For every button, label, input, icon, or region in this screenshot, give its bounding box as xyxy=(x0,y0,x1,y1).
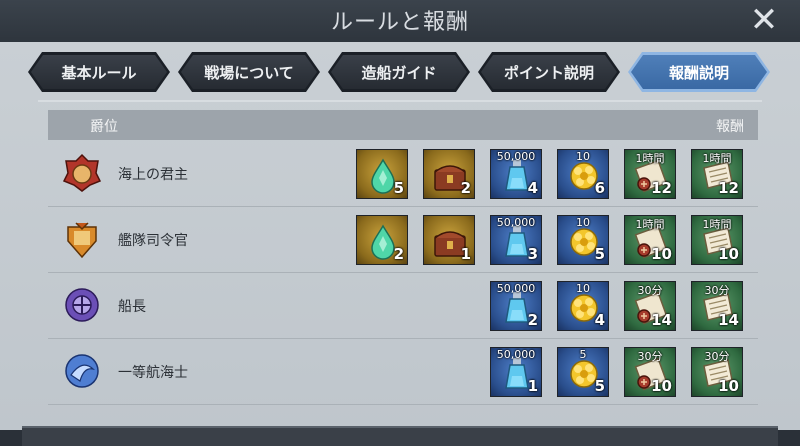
reward-item[interactable]: 10 4 xyxy=(557,281,609,331)
item-quantity: 2 xyxy=(527,311,538,329)
rank-emblem-icon xyxy=(62,285,102,325)
item-quantity: 10 xyxy=(718,245,739,263)
tab-label: 戦場について xyxy=(181,55,317,89)
item-quantity: 6 xyxy=(594,179,605,197)
row-first-mate: 一等航海士 50,000 1 5 5 30分 10 30分 10 xyxy=(48,339,758,405)
reward-item[interactable]: 1 xyxy=(423,215,475,265)
tab-label: 基本ルール xyxy=(31,55,167,89)
row-ocean-lord: 海上の君主 5 2 50,000 4 10 6 1時間 12 1時間 12 xyxy=(48,141,758,207)
reward-item[interactable]: 2 xyxy=(356,215,408,265)
reward-item[interactable]: 50,000 1 xyxy=(490,347,542,397)
item-quantity: 1 xyxy=(527,377,538,395)
reward-item[interactable]: 55 xyxy=(557,347,609,397)
reward-item[interactable]: 1時間 12 xyxy=(624,149,676,199)
rank-name: 一等航海士 xyxy=(118,365,188,381)
tab-basic-rules[interactable]: 基本ルール xyxy=(28,52,170,92)
tab-points[interactable]: ポイント説明 xyxy=(478,52,620,92)
tab-label: ポイント説明 xyxy=(481,55,617,89)
tab-label: 報酬説明 xyxy=(631,55,767,89)
reward-item[interactable]: 50,000 3 xyxy=(490,215,542,265)
reward-item[interactable]: 30分 14 xyxy=(624,281,676,331)
item-quantity: 10 xyxy=(718,377,739,395)
item-top-label: 50,000 xyxy=(496,282,536,295)
item-quantity: 2 xyxy=(460,179,471,197)
rank-emblem-icon xyxy=(62,219,102,259)
item-quantity: 14 xyxy=(651,311,672,329)
item-top-label: 1時間 xyxy=(635,152,665,165)
page-title: ルールと報酬 xyxy=(330,10,469,35)
close-icon[interactable]: ✕ xyxy=(746,2,782,38)
tab-label: 造船ガイド xyxy=(331,55,467,89)
rank-name: 艦隊司令官 xyxy=(118,233,188,249)
item-top-label: 1時間 xyxy=(702,152,732,165)
reward-item[interactable]: 1時間 12 xyxy=(691,149,743,199)
item-quantity: 5 xyxy=(594,245,605,263)
item-quantity: 12 xyxy=(651,179,672,197)
item-top-label: 1時間 xyxy=(635,218,665,231)
item-top-label: 30分 xyxy=(704,350,730,363)
rank-emblem-icon xyxy=(62,153,102,193)
table-header: 爵位 報酬 xyxy=(48,110,758,140)
reward-item[interactable]: 50,000 2 xyxy=(490,281,542,331)
item-quantity: 10 xyxy=(651,377,672,395)
item-top-label: 30分 xyxy=(704,284,730,297)
item-quantity: 5 xyxy=(393,179,404,197)
rank-name: 船長 xyxy=(118,299,146,315)
item-top-label: 30分 xyxy=(637,284,663,297)
item-top-label: 5 xyxy=(579,348,587,361)
reward-item[interactable]: 1時間 10 xyxy=(691,215,743,265)
item-quantity: 1 xyxy=(460,245,471,263)
rank-name: 海上の君主 xyxy=(118,167,188,183)
item-top-label: 10 xyxy=(576,150,590,163)
item-quantity: 3 xyxy=(527,245,538,263)
reward-item[interactable]: 30分 14 xyxy=(691,281,743,331)
item-quantity: 2 xyxy=(393,245,404,263)
item-top-label: 1時間 xyxy=(702,218,732,231)
item-top-label: 50,000 xyxy=(496,150,536,163)
title-bar: ルールと報酬 ✕ xyxy=(0,0,800,42)
item-quantity: 4 xyxy=(594,311,605,329)
item-top-label: 10 xyxy=(576,282,590,295)
reward-item[interactable]: 2 xyxy=(423,149,475,199)
tab-shipbuilding-guide[interactable]: 造船ガイド xyxy=(328,52,470,92)
reward-item[interactable]: 10 5 xyxy=(557,215,609,265)
reward-item[interactable]: 10 6 xyxy=(557,149,609,199)
tab-battlefield[interactable]: 戦場について xyxy=(178,52,320,92)
reward-item[interactable]: 30分 10 xyxy=(691,347,743,397)
item-top-label: 10 xyxy=(576,216,590,229)
reward-item[interactable]: 50,000 4 xyxy=(490,149,542,199)
item-quantity: 5 xyxy=(594,377,605,395)
item-quantity: 4 xyxy=(527,179,538,197)
rank-emblem-icon xyxy=(62,351,102,391)
row-fleet-admiral: 艦隊司令官 2 1 50,000 3 10 5 1時間 10 1時間 10 xyxy=(48,207,758,273)
bottom-edge xyxy=(22,426,778,446)
divider xyxy=(38,100,762,102)
reward-column-header: 報酬 xyxy=(716,119,744,135)
item-top-label: 50,000 xyxy=(496,216,536,229)
item-quantity: 14 xyxy=(718,311,739,329)
item-top-label: 30分 xyxy=(637,350,663,363)
reward-item[interactable]: 1時間 10 xyxy=(624,215,676,265)
reward-item[interactable]: 30分 10 xyxy=(624,347,676,397)
reward-item[interactable]: 5 xyxy=(356,149,408,199)
tab-rewards[interactable]: 報酬説明 xyxy=(628,52,770,92)
rank-column-header: 爵位 xyxy=(90,119,118,135)
item-top-label: 50,000 xyxy=(496,348,536,361)
row-captain: 船長 50,000 2 10 4 30分 14 30分 14 xyxy=(48,273,758,339)
item-quantity: 10 xyxy=(651,245,672,263)
item-quantity: 12 xyxy=(718,179,739,197)
